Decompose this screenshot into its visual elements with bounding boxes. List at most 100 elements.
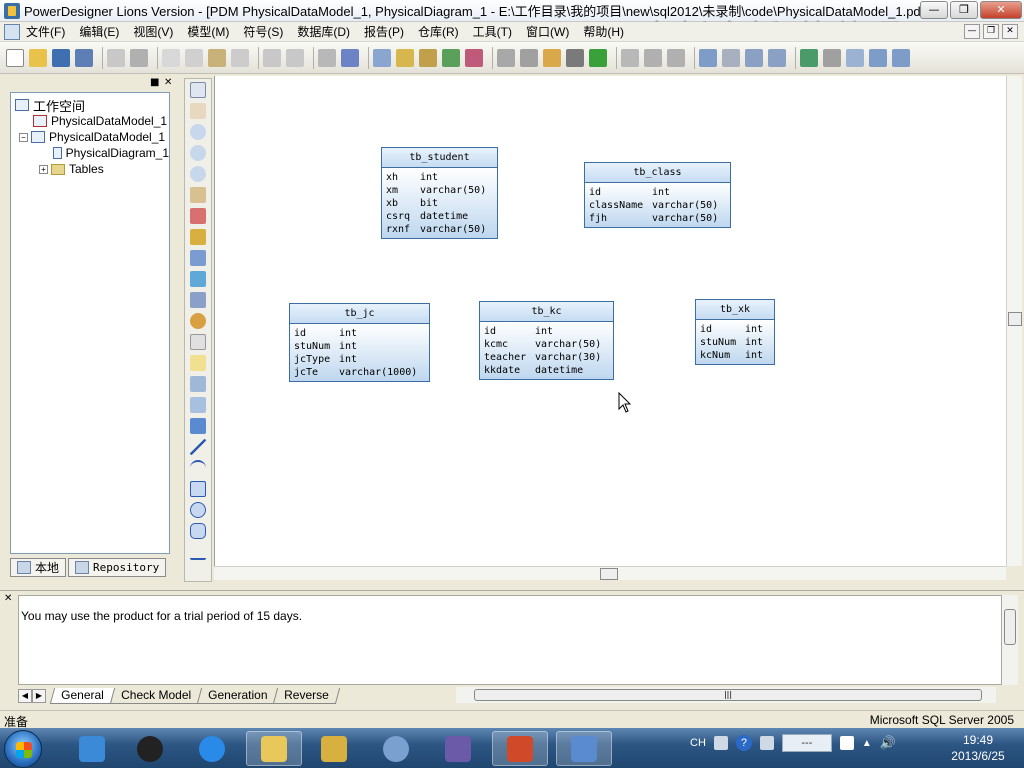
properties-tool-icon[interactable] xyxy=(190,187,206,203)
diagram-canvas[interactable]: tb_student xh int xm varchar(50) xb bit csr… xyxy=(214,76,1006,566)
menu-model[interactable]: 模型(M) xyxy=(187,23,229,40)
layout2-icon[interactable] xyxy=(722,48,740,67)
cut-icon[interactable] xyxy=(162,48,180,67)
taskbar-app-vs[interactable] xyxy=(430,731,486,766)
file-tool-icon[interactable] xyxy=(190,334,206,350)
taskbar-app-ie[interactable] xyxy=(184,731,240,766)
rectangle-tool-icon[interactable] xyxy=(190,397,206,413)
table-tb-jc[interactable]: tb_jc id int stuNum int jcType int jcTe varc… xyxy=(289,303,430,382)
taskbar-app-powerdesigner[interactable] xyxy=(556,731,612,766)
menu-window[interactable]: 窗口(W) xyxy=(526,23,569,40)
delete-icon[interactable] xyxy=(231,48,249,67)
mdi-minimize-button[interactable]: — xyxy=(964,24,980,39)
line-tool-icon[interactable] xyxy=(190,439,206,455)
tab-repository[interactable]: Repository xyxy=(68,558,167,577)
text-tool-icon[interactable] xyxy=(190,418,206,434)
procedure-tool-icon[interactable] xyxy=(190,313,206,329)
scroll-thumb[interactable] xyxy=(1004,609,1016,645)
tree-item-model-1[interactable]: PhysicalDataModel_1 xyxy=(11,113,169,129)
mdi-restore-button[interactable]: ❐ xyxy=(983,24,999,39)
start-button[interactable] xyxy=(4,730,42,768)
menu-edit[interactable]: 编辑(E) xyxy=(79,23,119,40)
print-preview-icon[interactable] xyxy=(107,48,125,67)
table-tb-kc[interactable]: tb_kc id int kcmc varchar(50) teacher varch… xyxy=(479,301,614,380)
zoom-out-icon[interactable] xyxy=(190,145,206,161)
taskbar-app-users[interactable] xyxy=(368,731,424,766)
copy-icon[interactable] xyxy=(185,48,203,67)
grid-icon[interactable] xyxy=(892,48,910,67)
menu-help[interactable]: 帮助(H) xyxy=(583,23,624,40)
table-tb-student[interactable]: tb_student xh int xm varchar(50) xb bit csr… xyxy=(381,147,498,239)
pointer-icon[interactable] xyxy=(190,82,206,98)
menu-symbol[interactable]: 符号(S) xyxy=(243,23,283,40)
refresh-icon[interactable] xyxy=(442,48,460,67)
paste-icon[interactable] xyxy=(208,48,226,67)
repository-icon[interactable] xyxy=(419,48,437,67)
tree-item-workspace[interactable]: 工作空间 xyxy=(11,97,169,114)
output-vertical-scrollbar[interactable] xyxy=(1002,595,1018,685)
arc-tool-icon[interactable] xyxy=(190,460,206,476)
view-tool-icon[interactable] xyxy=(190,271,206,287)
tab-local[interactable]: 本地 xyxy=(10,558,67,577)
scroll-thumb[interactable]: ||| xyxy=(474,689,982,701)
tray-box[interactable]: --- xyxy=(781,734,832,752)
volume-icon[interactable]: 🔊 xyxy=(880,735,896,751)
expand-icon[interactable]: + xyxy=(39,164,48,174)
tray-settings-icon[interactable] xyxy=(759,736,774,750)
rect-shape-icon[interactable] xyxy=(190,481,206,497)
table-tb-xk[interactable]: tb_xk id int stuNum int kcNum int xyxy=(695,299,775,365)
note-tool-icon[interactable] xyxy=(190,355,206,371)
shape-icon[interactable] xyxy=(497,48,515,67)
open-package-icon[interactable] xyxy=(190,166,206,182)
window-icon[interactable] xyxy=(869,48,887,67)
tree-item-tables[interactable]: + Tables xyxy=(11,161,169,177)
scroll-thumb[interactable] xyxy=(600,568,618,580)
output-close-icon[interactable]: ✕ xyxy=(4,593,12,604)
zoom-in-icon[interactable] xyxy=(190,124,206,140)
group-icon[interactable] xyxy=(520,48,538,67)
pen-icon[interactable] xyxy=(543,48,561,67)
taskbar-app-qq[interactable] xyxy=(122,731,178,766)
input-language[interactable]: CH xyxy=(690,737,706,749)
package-tool-icon[interactable] xyxy=(190,229,206,245)
layout3-icon[interactable] xyxy=(745,48,763,67)
table-tb-class[interactable]: tb_class id int className varchar(50) fjh v… xyxy=(584,162,731,228)
menu-database[interactable]: 数据库(D) xyxy=(297,23,350,40)
font-icon[interactable] xyxy=(589,48,607,67)
link-tool-icon[interactable] xyxy=(190,376,206,392)
polyline-tool-icon[interactable] xyxy=(190,544,206,560)
tree-item-diagram[interactable]: PhysicalDiagram_1 xyxy=(11,145,169,161)
help-icon[interactable]: ? xyxy=(735,735,752,751)
generate-icon[interactable] xyxy=(800,48,818,67)
clock[interactable]: 19:49 2013/6/25 xyxy=(940,732,1016,764)
zoom-icon[interactable] xyxy=(846,48,864,67)
new-icon[interactable] xyxy=(6,48,24,67)
reference-tool-icon[interactable] xyxy=(190,292,206,308)
model-icon[interactable] xyxy=(373,48,391,67)
print-icon[interactable] xyxy=(130,48,148,67)
document-icon[interactable] xyxy=(4,23,20,40)
tree-item-model-2[interactable]: − PhysicalDataModel_1 xyxy=(11,129,169,145)
save-icon[interactable] xyxy=(52,48,70,67)
browser-close-icon[interactable]: ✕ xyxy=(164,78,174,88)
back-icon[interactable] xyxy=(644,48,662,67)
check-icon[interactable] xyxy=(465,48,483,67)
tab-reverse[interactable]: Reverse xyxy=(272,688,340,704)
menu-report[interactable]: 报告(P) xyxy=(364,23,404,40)
scroll-thumb[interactable] xyxy=(1008,312,1022,326)
save-all-icon[interactable] xyxy=(75,48,93,67)
maximize-button[interactable]: ❐ xyxy=(950,1,978,19)
undo-icon[interactable] xyxy=(263,48,281,67)
menu-file[interactable]: 文件(F) xyxy=(26,23,65,40)
table-tool-icon[interactable] xyxy=(190,250,206,266)
tab-generation[interactable]: Generation xyxy=(196,688,279,704)
taskbar-app-ppt[interactable] xyxy=(492,731,548,766)
output-horizontal-scrollbar[interactable]: ||| xyxy=(456,687,996,703)
redo-icon[interactable] xyxy=(286,48,304,67)
pin-icon[interactable]: ■ xyxy=(150,78,160,88)
tab-left-icon[interactable]: ◀ xyxy=(18,689,32,703)
mdi-close-button[interactable]: ✕ xyxy=(1002,24,1018,39)
scissors-icon[interactable] xyxy=(190,208,206,224)
align-icon[interactable] xyxy=(621,48,639,67)
taskbar-app-explorer[interactable] xyxy=(246,731,302,766)
